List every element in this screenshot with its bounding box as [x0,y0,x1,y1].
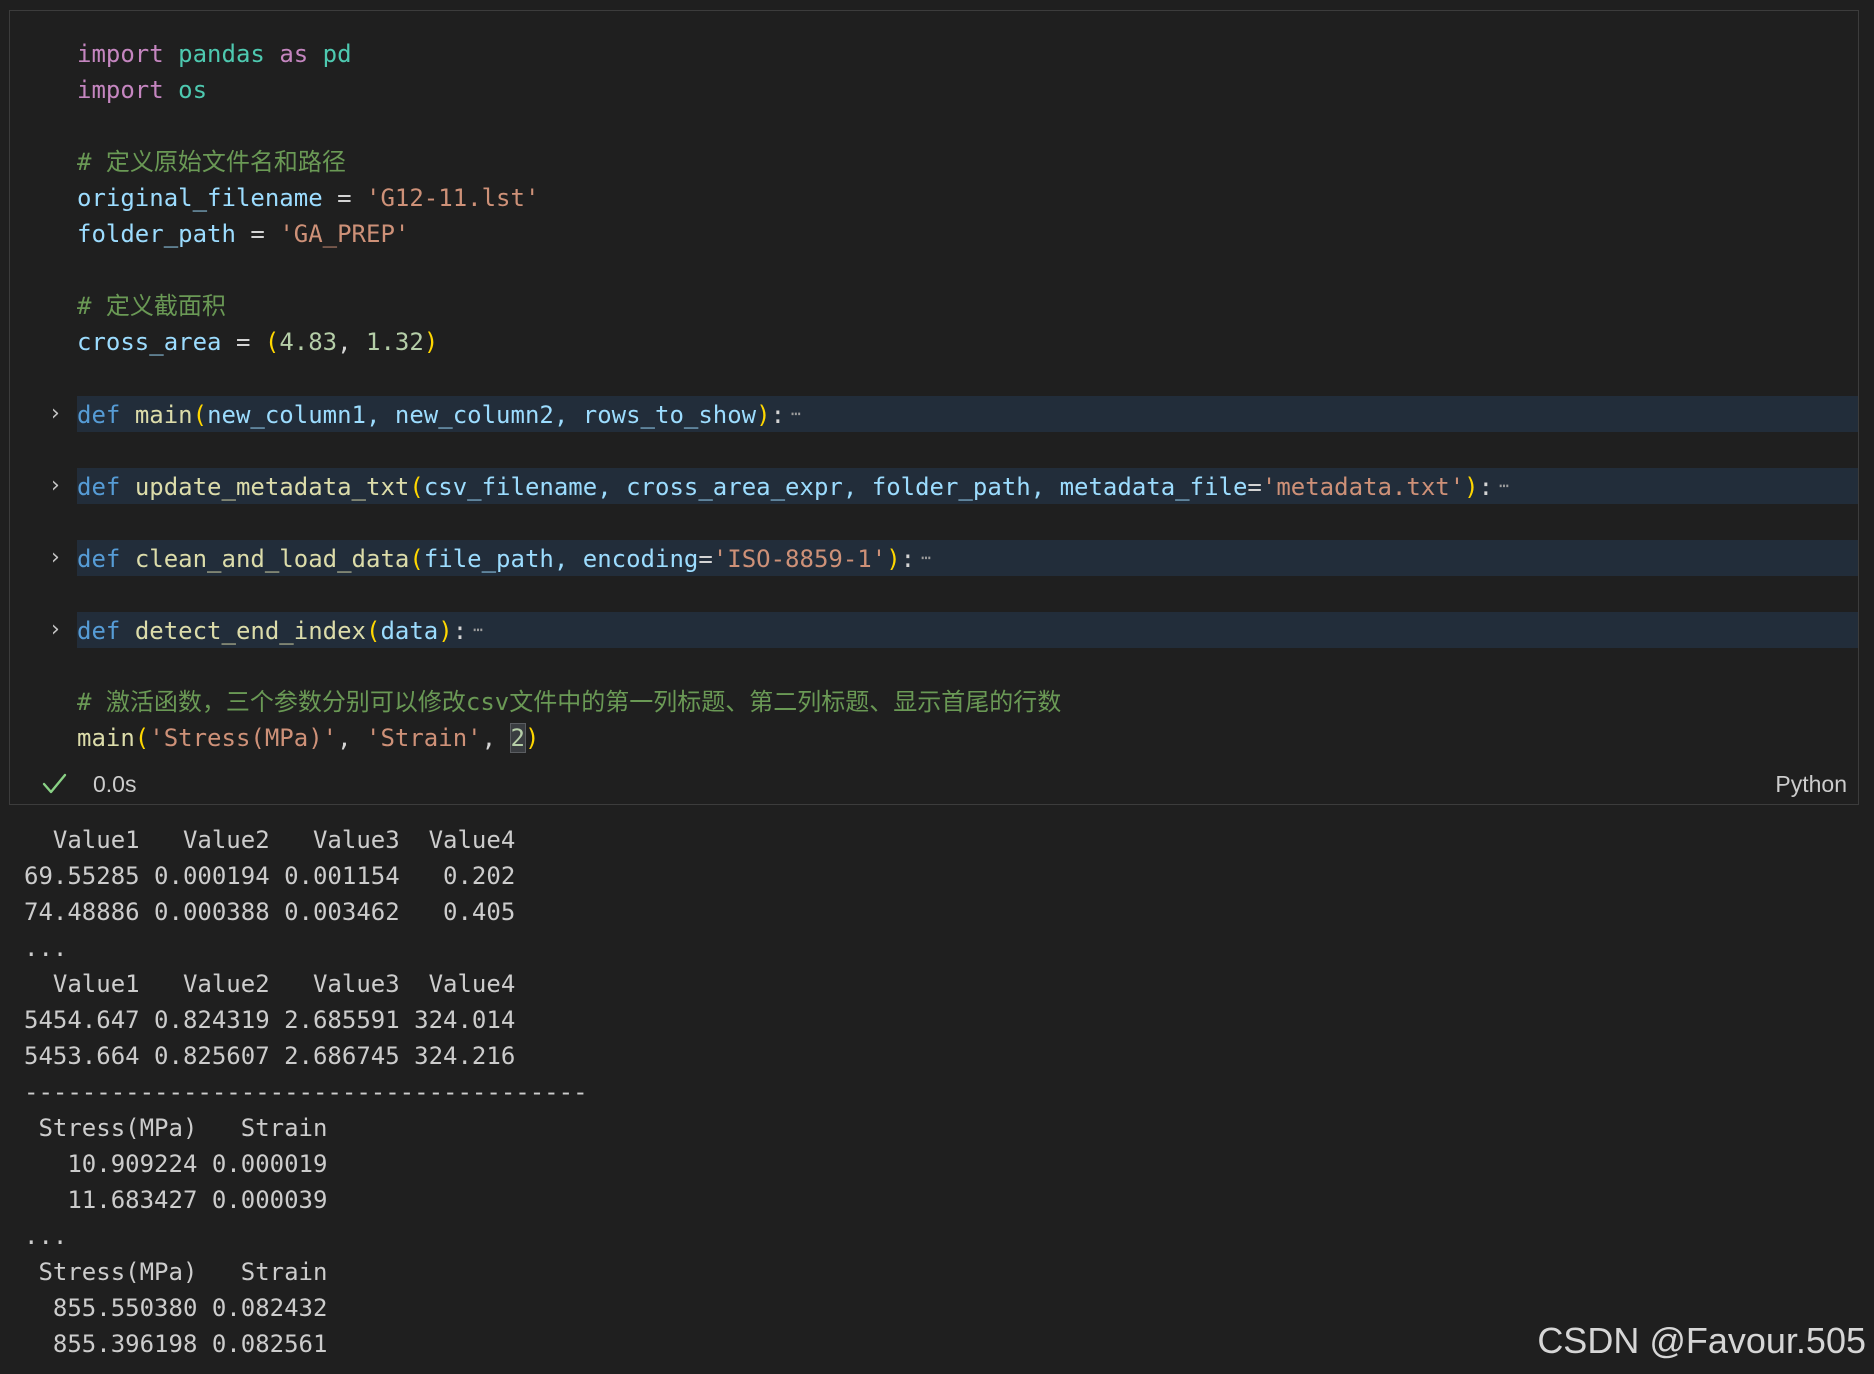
operator: = [698,545,713,573]
module-name: pandas [178,40,265,68]
bracket: ) [423,328,439,356]
colon: : [452,617,468,645]
keyword: def [77,617,121,645]
bracket: ( [134,724,150,752]
bracket: ) [1464,473,1479,501]
code-comment: # 激活函数，三个参数分别可以修改csv文件中的第一列标题、第二列标题、显示首尾… [77,688,1062,716]
separator: , [337,724,366,752]
number-literal: 4.83 [279,328,338,356]
bracket: ) [438,617,453,645]
folded-ellipsis-icon[interactable]: ⋯ [1499,468,1509,504]
code-line-call-main: main('Stress(MPa)', 'Strain', 2) [77,720,1858,756]
chevron-right-icon[interactable]: › [51,540,71,576]
variable: folder_path [77,220,236,248]
output-line: Stress(MPa) Strain [24,1114,328,1142]
function-name: clean_and_load_data [134,545,410,573]
output-line: ... [24,1222,68,1250]
operator: = [322,184,366,212]
code-comment: # 定义截面积 [77,292,226,320]
code-line-assign: cross_area = (4.83, 1.32) [77,324,1858,360]
cell-output: Value1 Value2 Value3 Value4 69.55285 0.00… [24,822,588,1362]
colon: : [770,401,786,429]
notebook-cell[interactable]: import pandas as pd import os # 定义原始文件名和… [9,10,1859,805]
check-icon [40,766,68,800]
keyword: as [279,40,309,68]
output-line: 855.550380 0.082432 [24,1294,328,1322]
string-literal: 'metadata.txt' [1261,473,1465,501]
bracket: ) [524,724,540,752]
keyword: import [77,76,164,104]
string-literal: 'ISO-8859-1' [712,545,887,573]
chevron-right-icon[interactable]: › [51,396,71,432]
keyword: def [77,545,121,573]
operator: = [235,220,280,248]
bracket: ( [409,545,424,573]
variable: cross_area [77,328,222,356]
code-comment: # 定义原始文件名和路径 [77,148,346,176]
keyword: def [77,401,121,429]
function-name: detect_end_index [134,617,366,645]
separator: , [481,724,511,752]
number-literal: 1.32 [366,328,424,356]
function-name: update_metadata_txt [134,473,410,501]
output-line: --------------------------------------- [24,1078,588,1106]
output-line: 855.396198 0.082561 [24,1330,328,1358]
separator: , [337,328,367,356]
module-name: os [178,76,208,104]
string-literal: 'G12-11.lst' [366,184,540,212]
variable: original_filename [77,184,323,212]
folded-ellipsis-icon[interactable]: ⋯ [921,540,931,576]
output-line: 11.683427 0.000039 [24,1186,328,1214]
folded-ellipsis-icon[interactable]: ⋯ [473,612,483,648]
code-line-assign: folder_path = 'GA_PREP' [77,216,1858,252]
output-line: 69.55285 0.000194 0.001154 0.202 [24,862,516,890]
folded-ellipsis-icon[interactable]: ⋯ [791,396,801,432]
bracket: ( [264,328,280,356]
code-line-assign: original_filename = 'G12-11.lst' [77,180,1858,216]
colon: : [900,545,916,573]
bracket: ) [886,545,901,573]
bracket: ( [192,401,208,429]
folded-def-main[interactable]: › def main(new_column1, new_column2, rows… [51,396,1858,432]
bracket: ( [366,617,381,645]
cell-status-bar: 0.0s Python [10,763,1858,804]
watermark: CSDN @Favour.505 [1537,1320,1866,1361]
string-literal: 'Stress(MPa)' [149,724,338,752]
parameters: data [380,617,439,645]
operator: = [1247,473,1262,501]
operator: = [221,328,265,356]
execution-time: 0.0s [93,771,137,797]
output-line: 74.48886 0.000388 0.003462 0.405 [24,898,516,926]
number-literal: 2 [509,723,526,753]
string-literal: 'Strain' [366,724,482,752]
code-line-import-os: import os [77,72,1858,108]
bracket: ) [756,401,771,429]
string-literal: 'GA_PREP' [279,220,410,248]
output-line: 5453.664 0.825607 2.686745 324.216 [24,1042,516,1070]
output-line: 10.909224 0.000019 [24,1150,328,1178]
keyword: import [77,40,164,68]
folded-def-detect-end-index[interactable]: › def detect_end_index(data): ⋯ [51,612,1858,648]
output-line: ... [24,934,68,962]
chevron-right-icon[interactable]: › [51,468,71,504]
folded-def-clean-and-load[interactable]: › def clean_and_load_data(file_path, enco… [51,540,1858,576]
function-name: main [77,724,135,752]
folded-def-update-metadata[interactable]: › def update_metadata_txt(csv_filename, c… [51,468,1858,504]
bracket: ( [409,473,424,501]
function-name: main [134,401,193,429]
parameters: new_column1, new_column2, rows_to_show [207,401,757,429]
chevron-right-icon[interactable]: › [51,612,71,648]
colon: : [1478,473,1494,501]
parameters: csv_filename, cross_area_expr, folder_pa… [423,473,1248,501]
parameters: file_path, encoding [423,545,699,573]
keyword: def [77,473,121,501]
output-line: Value1 Value2 Value3 Value4 [24,970,516,998]
output-line: 5454.647 0.824319 2.685591 324.014 [24,1006,516,1034]
output-line: Stress(MPa) Strain [24,1258,328,1286]
code-editor[interactable]: import pandas as pd import os # 定义原始文件名和… [10,11,1858,763]
language-selector[interactable]: Python [1775,769,1847,799]
output-line: Value1 Value2 Value3 Value4 [24,826,516,854]
module-alias: pd [322,40,352,68]
code-line-import-pandas: import pandas as pd [77,36,1858,72]
